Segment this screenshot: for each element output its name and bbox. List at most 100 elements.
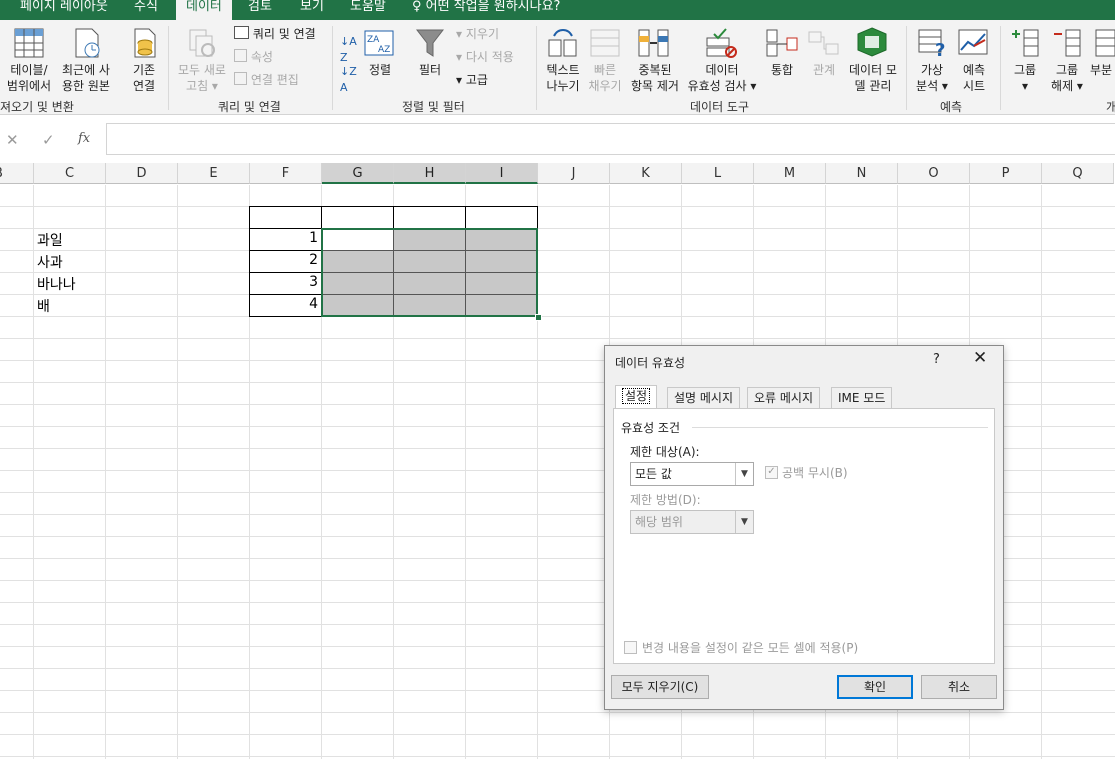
group-button[interactable]: 그룹 ▾ (1006, 62, 1044, 94)
tab-review[interactable]: 검토 (248, 0, 272, 20)
refresh-all-button[interactable]: 모두 새로 고침 ▾ (174, 62, 230, 94)
cancel-entry-icon[interactable]: ✕ (6, 131, 19, 149)
col-header-l[interactable]: L (682, 163, 754, 184)
relationships-button[interactable]: 관계 (808, 62, 840, 78)
clear-all-button[interactable]: 모두 지우기(C) (611, 675, 709, 699)
col-header-b[interactable]: B (0, 163, 34, 184)
tab-page-layout[interactable]: 페이지 레이아웃 (20, 0, 108, 20)
existing-connections-label-1: 기존 (132, 63, 156, 77)
grid-row-line (0, 206, 1115, 207)
col-header-j[interactable]: J (538, 163, 610, 184)
tab-input-message[interactable]: 설명 메시지 (667, 387, 741, 408)
advanced-filter-button[interactable]: ▾ 고급 (456, 72, 488, 88)
sort-ascending-icon[interactable]: ↓A Z (340, 34, 357, 66)
cell-c4[interactable]: 바나나 (37, 274, 76, 294)
col-header-o[interactable]: O (898, 163, 970, 184)
close-icon[interactable]: ✕ (973, 348, 987, 368)
edit-links-button[interactable]: 연결 편집 (234, 72, 299, 88)
recent-sources-icon (75, 28, 100, 58)
queries-connections-button[interactable]: 쿼리 및 연결 (234, 26, 316, 42)
formula-input[interactable] (106, 123, 1115, 155)
ignore-blank-checkbox[interactable]: ✓ (765, 466, 778, 479)
col-header-g[interactable]: G (322, 163, 394, 184)
sort-button[interactable]: 정렬 (364, 62, 396, 78)
existing-connections-button[interactable]: 기존 연결 (124, 62, 164, 94)
filter-button[interactable]: 필터 (414, 62, 446, 78)
col-header-n[interactable]: N (826, 163, 898, 184)
col-header-h[interactable]: H (394, 163, 466, 184)
cell-f1[interactable] (249, 206, 322, 229)
fill-handle[interactable] (535, 314, 542, 321)
cancel-button[interactable]: 취소 (921, 675, 997, 699)
ribbon-separator (332, 26, 333, 110)
sort-descending-icon[interactable]: ↓Z A (340, 64, 357, 96)
clear-filter-button[interactable]: ▾ 지우기 (456, 26, 499, 42)
remove-duplicates-button[interactable]: 중복된 항목 제거 (626, 62, 684, 94)
from-table-label-1: 테이블/ (10, 63, 48, 77)
data-model-button[interactable]: 데이터 모 델 관리 (846, 62, 900, 94)
flash-fill-button[interactable]: 빠른 채우기 (584, 62, 626, 94)
subtotal-button[interactable]: 부분 (1090, 62, 1115, 78)
reapply-button[interactable]: ▾ 다시 적용 (456, 49, 514, 65)
what-if-label-1: 가상 (920, 63, 944, 77)
col-header-k[interactable]: K (610, 163, 682, 184)
ribbon-separator (906, 26, 907, 110)
existing-connections-icon (134, 28, 156, 58)
data-validation-label-2: 유효성 검사 ▾ (687, 79, 757, 93)
what-if-label-2: 분석 ▾ (916, 79, 948, 93)
forecast-sheet-label-2: 시트 (962, 79, 986, 93)
refresh-all-label-2: 고침 ▾ (186, 79, 218, 93)
grid-row-line (0, 756, 1115, 757)
refresh-all-icon (189, 29, 215, 57)
data-select[interactable]: 해당 범위 ▼ (630, 510, 754, 534)
data-validation-button[interactable]: 데이터 유효성 검사 ▾ (684, 62, 760, 94)
what-if-analysis-button[interactable]: 가상 분석 ▾ (912, 62, 952, 94)
ungroup-button[interactable]: 그룹 해제 ▾ (1046, 62, 1088, 94)
cell-h1[interactable] (393, 206, 466, 229)
help-icon[interactable]: ? (933, 352, 940, 367)
filter-icon (416, 29, 444, 57)
consolidate-button[interactable]: 통합 (766, 62, 798, 78)
cell-g1[interactable] (321, 206, 394, 229)
col-header-d[interactable]: D (106, 163, 178, 184)
tab-error-alert[interactable]: 오류 메시지 (747, 387, 821, 408)
tell-me-box[interactable]: ♀ 어떤 작업을 원하시나요? (412, 0, 560, 20)
confirm-entry-icon[interactable]: ✓ (42, 131, 55, 149)
properties-button[interactable]: 속성 (234, 49, 273, 65)
col-header-i[interactable]: I (466, 163, 538, 184)
text-to-columns-button[interactable]: 텍스트 나누기 (542, 62, 584, 94)
group-label-sort-filter: 정렬 및 필터 (402, 100, 465, 114)
cell-c2[interactable]: 과일 (37, 230, 63, 250)
ok-button[interactable]: 확인 (837, 675, 913, 699)
apply-all-checkbox[interactable] (624, 641, 637, 654)
tab-settings[interactable]: 설정 (615, 385, 658, 409)
col-header-q[interactable]: Q (1042, 163, 1114, 184)
tab-help[interactable]: 도움말 (350, 0, 386, 20)
recent-sources-button[interactable]: 최근에 사 용한 원본 (58, 62, 114, 94)
tab-view[interactable]: 보기 (300, 0, 324, 20)
insert-function-icon[interactable]: fx (78, 131, 90, 146)
col-header-p[interactable]: P (970, 163, 1042, 184)
ribbon-separator (536, 26, 537, 110)
tab-data[interactable]: 데이터 (176, 0, 232, 20)
group-icon (1012, 29, 1039, 57)
svg-text:AZ: AZ (378, 45, 390, 55)
chevron-down-icon[interactable]: ▼ (735, 463, 753, 485)
col-header-m[interactable]: M (754, 163, 826, 184)
tab-formulas[interactable]: 수식 (134, 0, 158, 20)
col-header-f[interactable]: F (250, 163, 322, 184)
col-header-c[interactable]: C (34, 163, 106, 184)
col-header-e[interactable]: E (178, 163, 250, 184)
cell-c5[interactable]: 배 (37, 296, 50, 316)
cell-i1[interactable] (465, 206, 538, 229)
from-table-label-2: 범위에서 (6, 79, 52, 93)
cell-c3[interactable]: 사과 (37, 252, 63, 272)
chevron-down-icon[interactable]: ▼ (735, 511, 753, 533)
forecast-sheet-button[interactable]: 예측 시트 (956, 62, 992, 94)
tab-ime-mode[interactable]: IME 모드 (831, 387, 893, 408)
from-table-range-button[interactable]: 테이블/ 범위에서 (6, 62, 52, 94)
grid-row-line (0, 316, 1115, 317)
data-model-label-2: 델 관리 (854, 79, 892, 93)
clear-filter-label: 지우기 (465, 27, 499, 41)
allow-select[interactable]: 모든 값 ▼ (630, 462, 754, 486)
